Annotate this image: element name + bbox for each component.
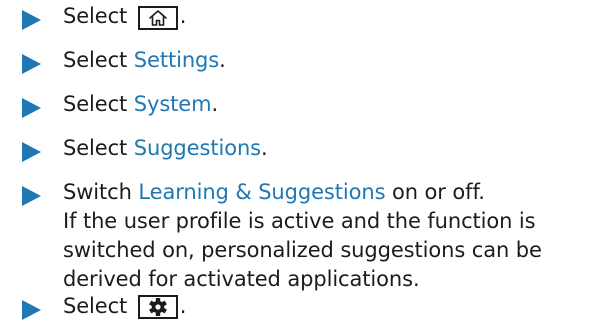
step-prefix: Select	[63, 4, 128, 28]
step-description-line: derived for activated applications.	[63, 267, 420, 291]
system-menu-link: System	[133, 92, 212, 116]
step-suffix: on or off.	[385, 180, 485, 204]
step-description-line: If the user profile is active and the fu…	[63, 209, 536, 233]
step-arrow-icon	[22, 300, 41, 320]
step-select-system: Select System.	[0, 90, 218, 118]
step-arrow-icon	[22, 142, 41, 162]
settings-menu-link: Settings	[133, 48, 220, 72]
step-suffix: .	[261, 136, 268, 160]
step-text: Select System.	[63, 90, 218, 119]
home-icon	[137, 6, 178, 30]
step-text: Select Settings.	[63, 46, 226, 75]
step-description-line: switched on, personalized suggestions ca…	[63, 238, 542, 262]
step-prefix: Select	[63, 294, 128, 318]
step-suffix: .	[179, 4, 187, 28]
suggestions-menu-link: Suggestions	[133, 136, 261, 160]
step-arrow-icon	[22, 10, 41, 30]
step-text: Select .	[63, 2, 186, 31]
step-suffix: .	[179, 294, 187, 318]
step-text: Select Suggestions.	[63, 134, 268, 163]
step-select-settings: Select Settings.	[0, 46, 226, 74]
instruction-steps: Select . Select Settings. Select System.…	[0, 0, 591, 324]
learning-suggestions-toggle-link: Learning & Suggestions	[138, 180, 386, 204]
step-prefix: Switch	[63, 180, 139, 204]
step-prefix: Select	[63, 92, 134, 116]
step-text: Switch Learning & Suggestions on or off.…	[63, 178, 542, 294]
gear-icon	[137, 295, 178, 319]
step-select-home: Select .	[0, 2, 186, 30]
step-arrow-icon	[22, 98, 41, 118]
step-suffix: .	[211, 92, 219, 116]
step-select-suggestions: Select Suggestions.	[0, 134, 268, 162]
step-suffix: .	[219, 48, 226, 72]
step-arrow-icon	[22, 186, 41, 206]
step-switch-learning: Switch Learning & Suggestions on or off.…	[0, 178, 542, 291]
step-prefix: Select	[63, 136, 134, 160]
step-select-gear: Select .	[0, 292, 186, 320]
step-text: Select .	[63, 292, 186, 321]
step-prefix: Select	[63, 48, 134, 72]
step-arrow-icon	[22, 54, 41, 74]
